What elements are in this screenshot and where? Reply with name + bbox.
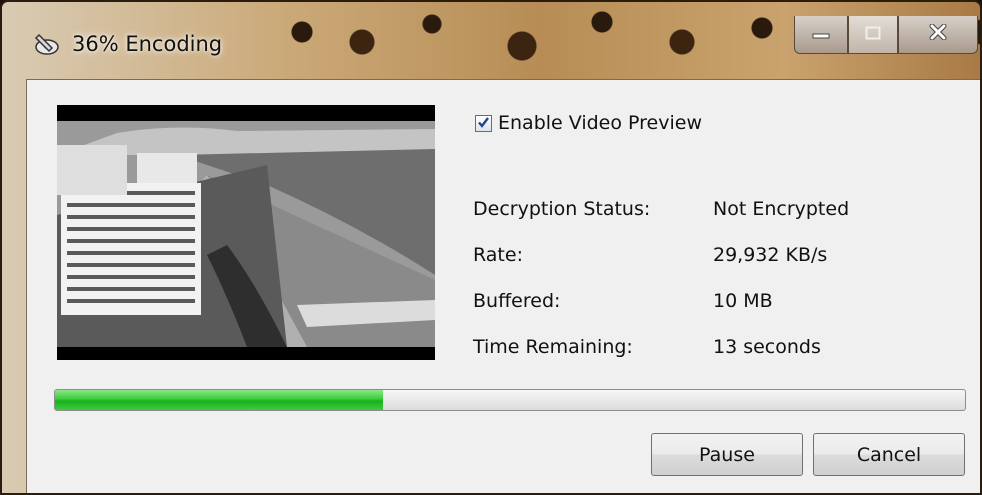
- enable-video-preview-checkbox[interactable]: Enable Video Preview: [475, 112, 702, 134]
- minimize-button[interactable]: [794, 16, 848, 54]
- time-remaining-value: 13 seconds: [713, 336, 821, 358]
- maximize-button[interactable]: [848, 16, 898, 54]
- wrench-disc-icon: [34, 32, 60, 58]
- decryption-status-label: Decryption Status:: [473, 198, 651, 220]
- pause-button[interactable]: Pause: [651, 433, 803, 476]
- close-button[interactable]: [898, 16, 978, 54]
- maximize-icon: [865, 24, 881, 45]
- rate-value: 29,932 KB/s: [713, 244, 828, 266]
- rate-label: Rate:: [473, 244, 523, 266]
- title-bar[interactable]: 36% Encoding: [2, 2, 980, 76]
- checkbox-label: Enable Video Preview: [498, 112, 702, 134]
- video-preview: [57, 105, 435, 360]
- checkmark-icon: [477, 112, 490, 134]
- dialog-body: Enable Video Preview Decryption Status: …: [26, 79, 980, 493]
- decryption-status-value: Not Encrypted: [713, 198, 850, 220]
- encoding-window: 36% Encoding Enable Video Preview Decryp…: [0, 0, 982, 495]
- cancel-button[interactable]: Cancel: [813, 433, 965, 476]
- buffered-value: 10 MB: [713, 290, 773, 312]
- window-title: 36% Encoding: [72, 32, 223, 56]
- buffered-label: Buffered:: [473, 290, 561, 312]
- encoding-progress-bar: [54, 389, 966, 411]
- progress-fill: [55, 390, 383, 410]
- time-remaining-label: Time Remaining:: [473, 336, 633, 358]
- minimize-icon: [812, 24, 830, 45]
- close-icon: [929, 23, 947, 45]
- checkbox-box[interactable]: [475, 112, 492, 134]
